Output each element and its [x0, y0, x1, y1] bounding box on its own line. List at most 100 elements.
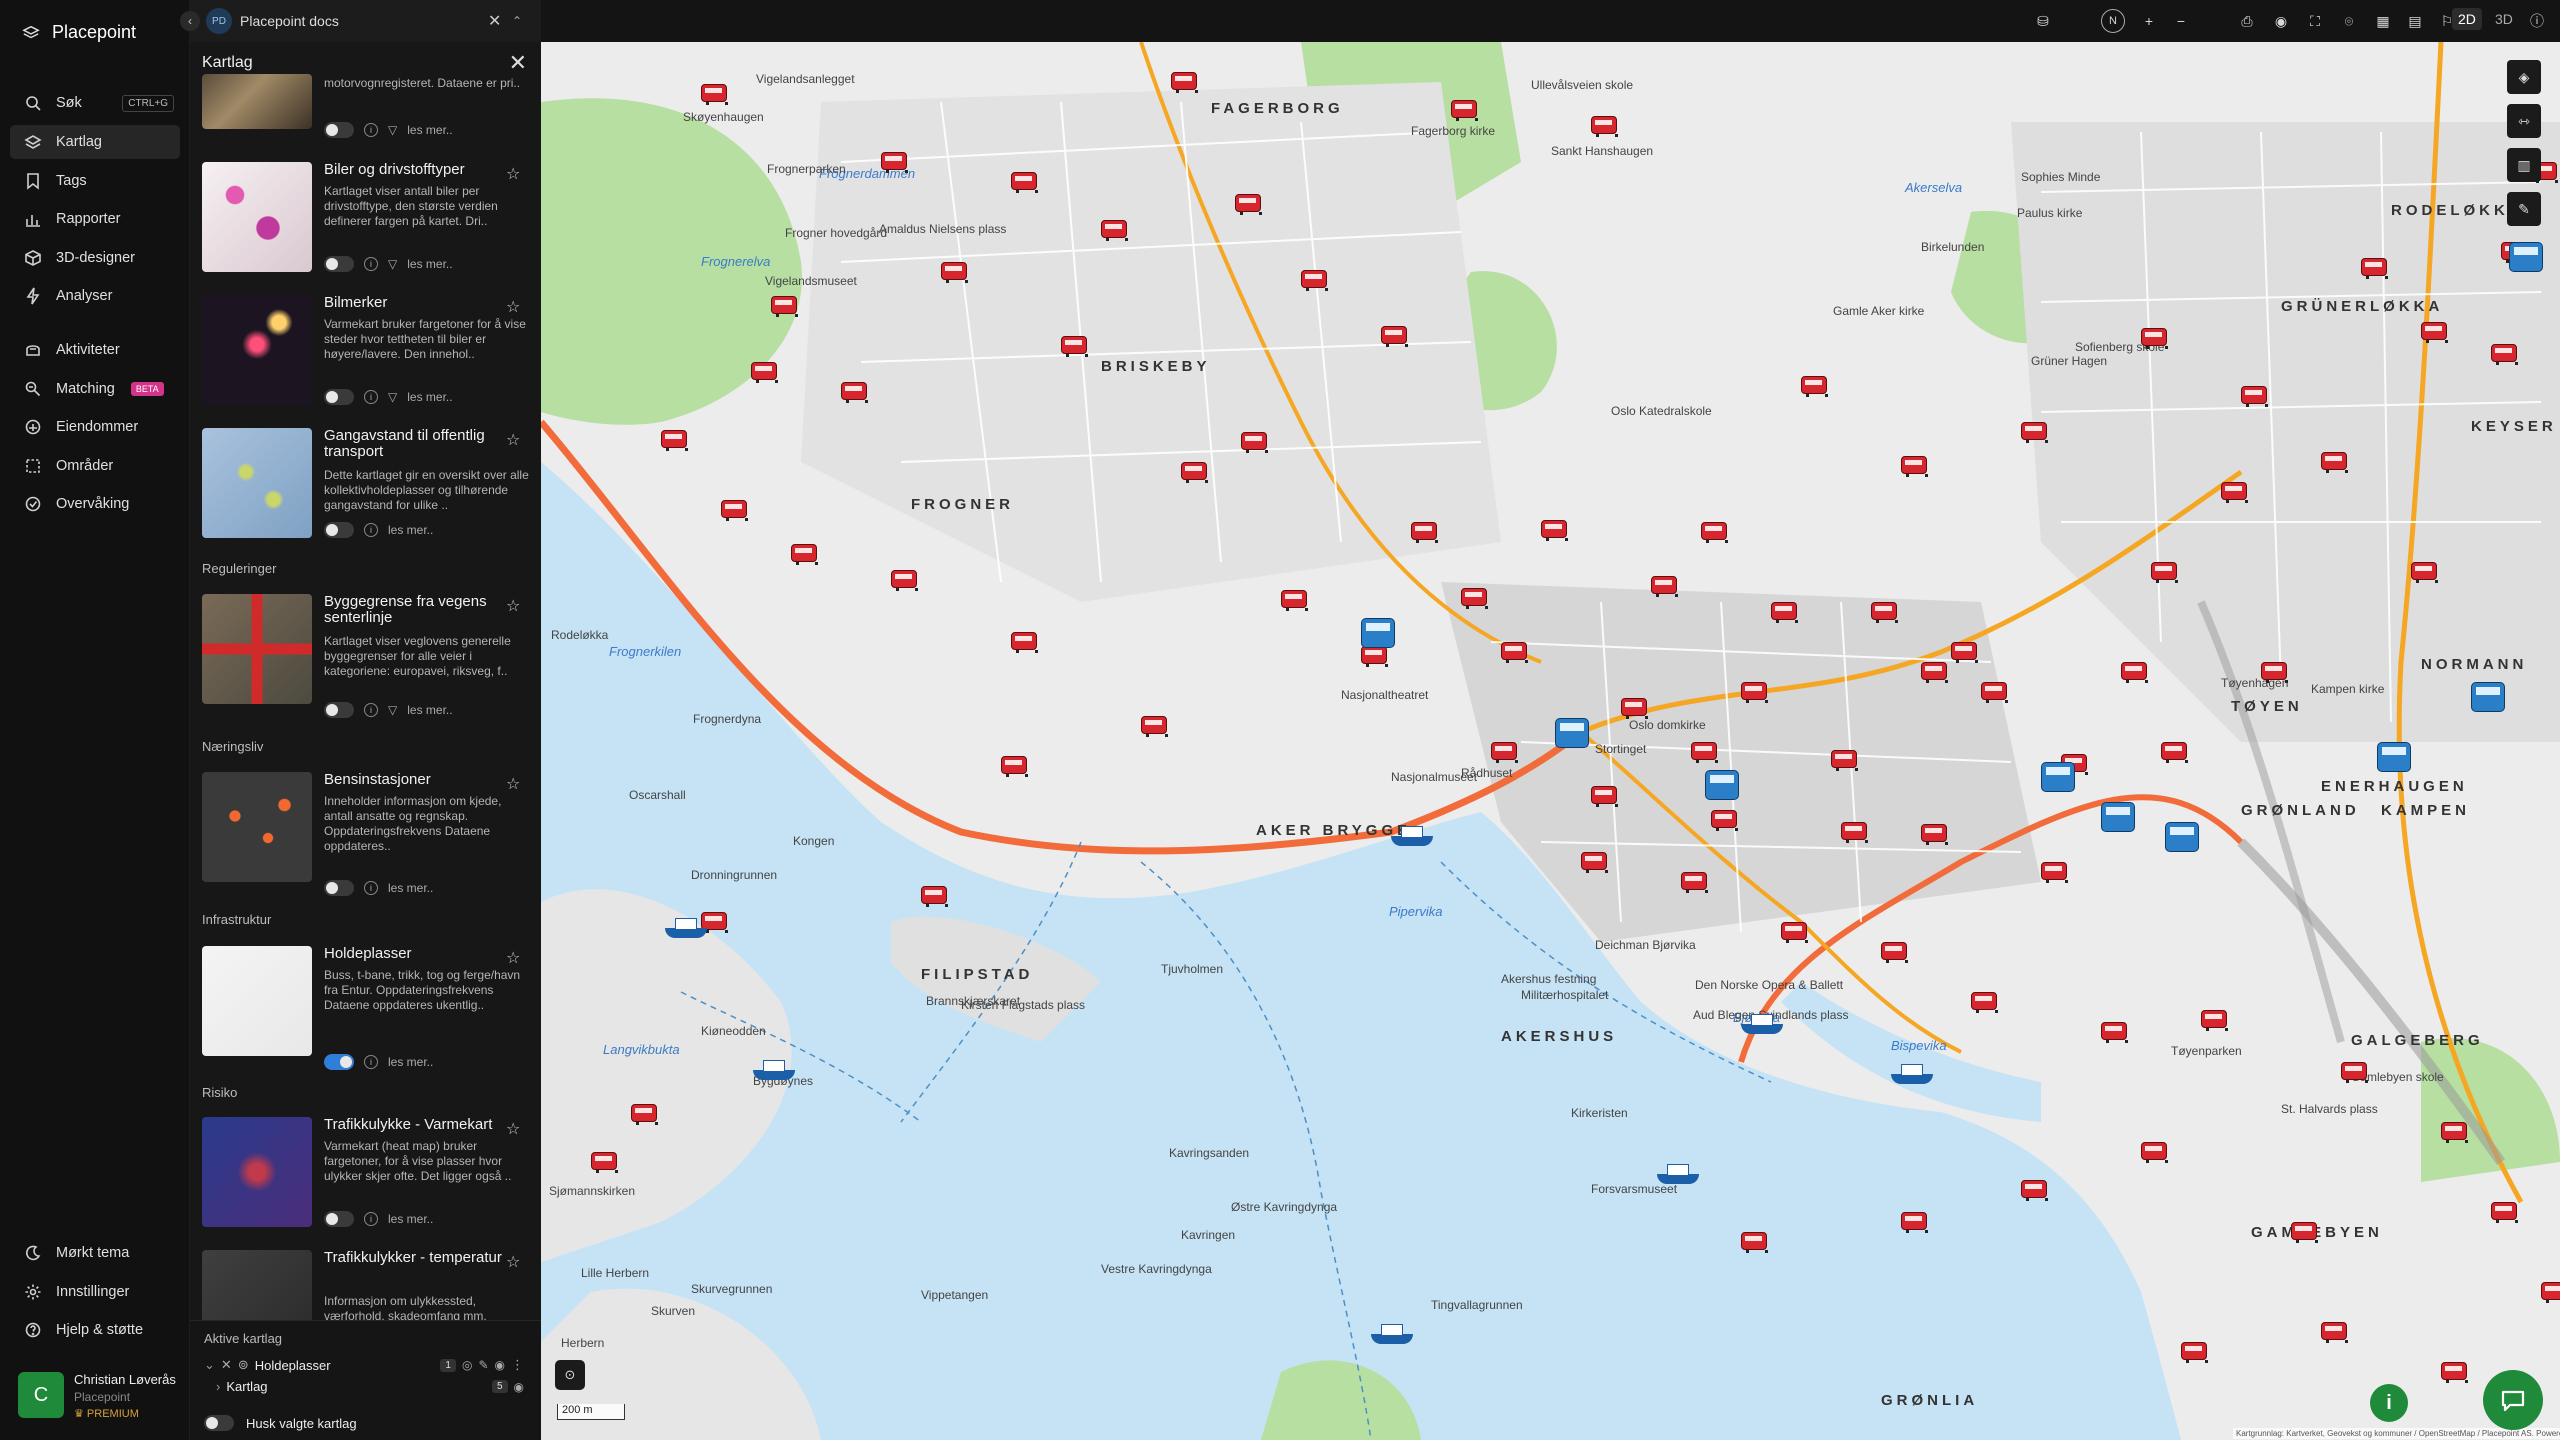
favorite-star-icon[interactable]: ☆	[506, 297, 520, 317]
bus-stop-marker[interactable]	[1491, 742, 1518, 763]
bus-stop-marker[interactable]	[1381, 326, 1408, 347]
grid-icon[interactable]: ▦	[2371, 9, 2395, 33]
bus-stop-marker[interactable]	[1971, 992, 1998, 1013]
ferry-stop-marker[interactable]	[1391, 826, 1433, 846]
bus-stop-marker[interactable]	[2021, 422, 2048, 443]
read-more-link[interactable]: les mer..	[388, 1055, 433, 1069]
active-layer-row[interactable]: ⌄ ✕ ⊚ Holdeplasser 1 ◎ ✎ ◉ ⋮	[204, 1357, 524, 1373]
layer-toggle[interactable]	[324, 1211, 354, 1227]
bus-stop-marker[interactable]	[1881, 942, 1908, 963]
bus-stop-marker[interactable]	[2491, 1202, 2518, 1223]
bus-stop-marker[interactable]	[2291, 1222, 2318, 1243]
tram-stop-marker[interactable]	[2101, 802, 2135, 832]
bus-stop-marker[interactable]	[1831, 750, 1858, 771]
layer-toggle[interactable]	[324, 389, 354, 405]
map-canvas[interactable]: FAGERBORG RODELØKKA GRÜNERLØKKA BRISKEBY FRO…	[541, 42, 2560, 1440]
expand-document-icon[interactable]: ⌃	[512, 14, 522, 28]
bus-stop-marker[interactable]	[1771, 602, 1798, 623]
bus-stop-marker[interactable]	[1981, 682, 2008, 703]
zoom-out-icon[interactable]: −	[2169, 9, 2193, 33]
layer-card[interactable]: Byggegrense fra vegens senterlinje ☆ Kartl…	[200, 594, 532, 718]
bus-stop-marker[interactable]	[941, 262, 968, 283]
bus-stop-marker[interactable]	[1951, 642, 1978, 663]
layers-3d-icon[interactable]: ⛁	[2031, 9, 2055, 33]
tram-stop-marker[interactable]	[2165, 822, 2199, 852]
chevron-down-icon[interactable]: ⌄	[204, 1357, 215, 1373]
layout-icon[interactable]: ▤	[2403, 9, 2427, 33]
ferry-stop-marker[interactable]	[753, 1060, 795, 1080]
opacity-icon[interactable]: ◎	[462, 1358, 472, 1372]
info-icon[interactable]: ⓘ	[2525, 9, 2549, 33]
zoom-in-icon[interactable]: +	[2137, 9, 2161, 33]
layer-card[interactable]: Holdeplasser ☆ Buss, t-bane, trikk, tog og…	[200, 946, 532, 1070]
ferry-stop-marker[interactable]	[665, 918, 707, 938]
info-icon[interactable]: i	[364, 257, 378, 271]
map-tool-layers-icon[interactable]: ◈	[2507, 60, 2541, 94]
bus-stop-marker[interactable]	[2411, 562, 2438, 583]
layer-card[interactable]: Biler og drivstofftyper ☆ Kartlaget viser …	[200, 162, 532, 282]
bus-stop-marker[interactable]	[1235, 194, 1262, 215]
info-icon[interactable]: i	[364, 123, 378, 137]
favorite-star-icon[interactable]: ☆	[506, 1119, 520, 1139]
read-more-link[interactable]: les mer..	[388, 1212, 433, 1226]
favorite-star-icon[interactable]: ☆	[506, 948, 520, 968]
bus-stop-marker[interactable]	[791, 544, 818, 565]
filter-icon[interactable]: ▽	[388, 257, 397, 271]
bus-stop-marker[interactable]	[2491, 344, 2518, 365]
more-icon[interactable]: ⋮	[511, 1357, 524, 1373]
tram-stop-marker[interactable]	[1361, 618, 1395, 648]
bus-stop-marker[interactable]	[1781, 922, 1808, 943]
bus-stop-marker[interactable]	[2041, 862, 2068, 883]
bus-stop-marker[interactable]	[1451, 100, 1478, 121]
tram-stop-marker[interactable]	[1705, 770, 1739, 800]
bus-stop-marker[interactable]	[771, 296, 798, 317]
mode-2d-button[interactable]: 2D	[2452, 8, 2482, 30]
bus-stop-marker[interactable]	[701, 84, 728, 105]
bus-stop-marker[interactable]	[1361, 646, 1388, 667]
bus-stop-marker[interactable]	[2441, 1362, 2468, 1383]
bus-stop-marker[interactable]	[1741, 1232, 1768, 1253]
info-icon[interactable]: i	[364, 523, 378, 537]
nav-bottom-help[interactable]: Hjelp & støtte	[10, 1313, 180, 1347]
bus-stop-marker[interactable]	[1301, 270, 1328, 291]
tram-stop-marker[interactable]	[2041, 762, 2075, 792]
bus-stop-marker[interactable]	[1101, 220, 1128, 241]
layer-toggle[interactable]	[324, 1054, 354, 1070]
bus-stop-marker[interactable]	[2341, 1062, 2368, 1083]
tram-stop-marker[interactable]	[2377, 742, 2411, 772]
nav-bottom-settings[interactable]: Innstillinger	[10, 1275, 180, 1309]
brand[interactable]: Placepoint	[22, 22, 136, 43]
bus-stop-marker[interactable]	[1171, 72, 1198, 93]
bus-stop-marker[interactable]	[1591, 116, 1618, 137]
nav-item-tags[interactable]: Tags	[10, 164, 180, 198]
favorite-star-icon[interactable]: ☆	[506, 164, 520, 184]
bus-stop-marker[interactable]	[2121, 662, 2148, 683]
bus-stop-marker[interactable]	[921, 886, 948, 907]
user-profile[interactable]: C Christian Løverås Placepoint ♛ PREMIUM	[18, 1372, 176, 1420]
remember-toggle[interactable]	[204, 1415, 234, 1431]
bus-stop-marker[interactable]	[2141, 328, 2168, 349]
tram-stop-marker[interactable]	[1555, 718, 1589, 748]
layer-toggle[interactable]	[324, 256, 354, 272]
nav-item-rapporter[interactable]: Rapporter	[10, 202, 180, 236]
bus-stop-marker[interactable]	[1411, 522, 1438, 543]
bus-stop-marker[interactable]	[1681, 872, 1708, 893]
bus-stop-marker[interactable]	[1461, 588, 1488, 609]
bus-stop-marker[interactable]	[1621, 698, 1648, 719]
chevron-right-icon[interactable]: ›	[216, 1379, 220, 1394]
bus-stop-marker[interactable]	[631, 1104, 658, 1125]
filter-icon[interactable]: ▽	[388, 390, 397, 404]
layer-toggle[interactable]	[324, 880, 354, 896]
ferry-stop-marker[interactable]	[1657, 1164, 1699, 1184]
bus-stop-marker[interactable]	[1011, 172, 1038, 193]
remember-layers-row[interactable]: Husk valgte kartlag	[204, 1415, 524, 1431]
bus-stop-marker[interactable]	[1061, 336, 1088, 357]
bus-stop-marker[interactable]	[2421, 322, 2448, 343]
nav-bottom-moon[interactable]: Mørkt tema	[10, 1236, 180, 1270]
bus-stop-marker[interactable]	[1841, 822, 1868, 843]
bus-stop-marker[interactable]	[2021, 1180, 2048, 1201]
fullscreen-icon[interactable]: ⛶	[2303, 9, 2327, 33]
bus-stop-marker[interactable]	[1921, 824, 1948, 845]
ferry-stop-marker[interactable]	[1741, 1014, 1783, 1034]
layer-card[interactable]: Trafikkulykke - Varmekart ☆ Varmekart (hea…	[200, 1117, 532, 1237]
